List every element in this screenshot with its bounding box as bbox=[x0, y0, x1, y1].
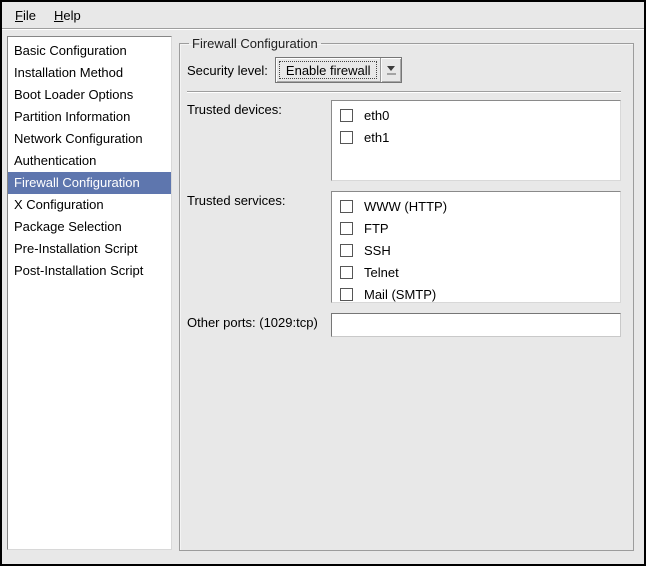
file-menu[interactable]: File bbox=[6, 5, 45, 26]
config-sections-list: Basic Configuration Installation Method … bbox=[7, 36, 172, 550]
device-row-eth0[interactable]: eth0 bbox=[332, 104, 620, 126]
sidebar-item-firewall-configuration[interactable]: Firewall Configuration bbox=[8, 172, 171, 194]
trusted-devices-label: Trusted devices: bbox=[187, 100, 331, 181]
checkbox-ftp[interactable] bbox=[340, 222, 353, 235]
device-label: eth0 bbox=[364, 108, 389, 123]
other-ports-input[interactable] bbox=[331, 313, 621, 337]
sidebar-item-basic-configuration[interactable]: Basic Configuration bbox=[8, 40, 171, 62]
device-label: eth1 bbox=[364, 130, 389, 145]
frame-title: Firewall Configuration bbox=[189, 36, 321, 51]
service-row-telnet[interactable]: Telnet bbox=[332, 261, 620, 283]
checkbox-eth1[interactable] bbox=[340, 131, 353, 144]
dropdown-arrow-icon bbox=[380, 58, 401, 82]
sidebar-item-post-installation-script[interactable]: Post-Installation Script bbox=[8, 260, 171, 282]
checkbox-mail-smtp[interactable] bbox=[340, 288, 353, 301]
other-ports-label: Other ports: (1029:tcp) bbox=[187, 313, 331, 337]
kickstart-configurator-window: File Help Basic Configuration Installati… bbox=[0, 0, 646, 566]
section-separator bbox=[187, 91, 621, 93]
sidebar-item-x-configuration[interactable]: X Configuration bbox=[8, 194, 171, 216]
trusted-services-row: Trusted services: WWW (HTTP) FTP SSH bbox=[187, 191, 621, 303]
service-row-www-http[interactable]: WWW (HTTP) bbox=[332, 195, 620, 217]
firewall-configuration-frame: Firewall Configuration Security level: E… bbox=[179, 36, 634, 551]
checkbox-ssh[interactable] bbox=[340, 244, 353, 257]
service-label: Mail (SMTP) bbox=[364, 287, 436, 302]
service-row-ssh[interactable]: SSH bbox=[332, 239, 620, 261]
service-row-ftp[interactable]: FTP bbox=[332, 217, 620, 239]
security-level-label: Security level: bbox=[187, 63, 268, 78]
trusted-services-label: Trusted services: bbox=[187, 191, 331, 303]
service-label: FTP bbox=[364, 221, 389, 236]
security-level-select[interactable]: Enable firewall bbox=[275, 57, 403, 83]
service-label: SSH bbox=[364, 243, 391, 258]
checkbox-www-http[interactable] bbox=[340, 200, 353, 213]
checkbox-telnet[interactable] bbox=[340, 266, 353, 279]
service-row-mail-smtp[interactable]: Mail (SMTP) bbox=[332, 283, 620, 303]
menu-bar: File Help bbox=[2, 2, 644, 28]
sidebar-item-network-configuration[interactable]: Network Configuration bbox=[8, 128, 171, 150]
trusted-services-list: WWW (HTTP) FTP SSH Telnet bbox=[331, 191, 621, 303]
sidebar-item-installation-method[interactable]: Installation Method bbox=[8, 62, 171, 84]
sidebar-item-partition-information[interactable]: Partition Information bbox=[8, 106, 171, 128]
trusted-devices-row: Trusted devices: eth0 eth1 bbox=[187, 100, 621, 181]
security-level-row: Security level: Enable firewall bbox=[187, 57, 621, 83]
trusted-devices-list: eth0 eth1 bbox=[331, 100, 621, 181]
sidebar-item-pre-installation-script[interactable]: Pre-Installation Script bbox=[8, 238, 171, 260]
device-row-eth1[interactable]: eth1 bbox=[332, 126, 620, 148]
service-label: WWW (HTTP) bbox=[364, 199, 447, 214]
checkbox-eth0[interactable] bbox=[340, 109, 353, 122]
help-menu[interactable]: Help bbox=[45, 5, 90, 26]
service-label: Telnet bbox=[364, 265, 399, 280]
sidebar-item-package-selection[interactable]: Package Selection bbox=[8, 216, 171, 238]
main-area: Basic Configuration Installation Method … bbox=[2, 30, 644, 551]
other-ports-row: Other ports: (1029:tcp) bbox=[187, 313, 621, 337]
sidebar-item-boot-loader-options[interactable]: Boot Loader Options bbox=[8, 84, 171, 106]
sidebar-item-authentication[interactable]: Authentication bbox=[8, 150, 171, 172]
security-level-value: Enable firewall bbox=[279, 61, 378, 79]
